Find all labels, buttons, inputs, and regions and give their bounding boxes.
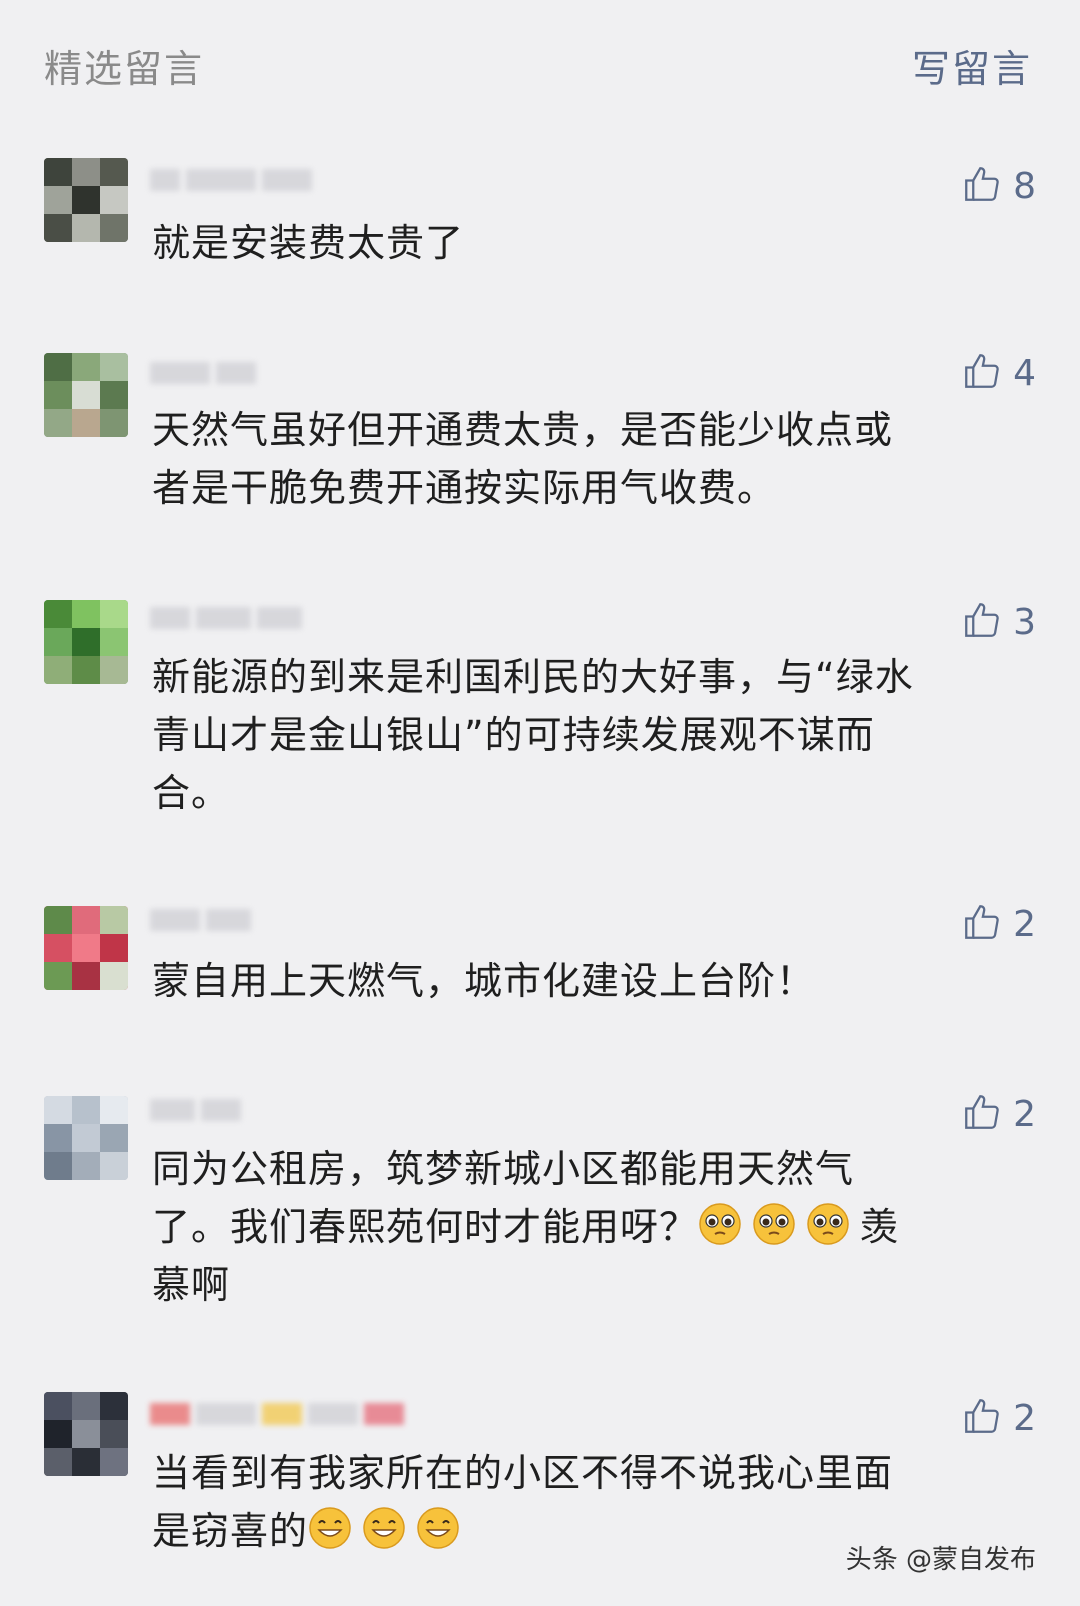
avatar: [44, 906, 128, 990]
blurred-nickname: [150, 160, 320, 200]
like-count: 3: [1013, 601, 1036, 643]
comment-text: 天然气虽好但开通费太贵，是否能少收点或 者是干脆免费开通按实际用气收费。: [152, 408, 894, 510]
thumbs-up-icon: [961, 1395, 1003, 1441]
blurred-nickname: [150, 1394, 450, 1434]
comment-text-part: 同为公租房，筑梦新城小区都能用天然气 了。我们春熙苑何时才能用呀？: [152, 1147, 855, 1249]
avatar: [44, 353, 128, 437]
like-button[interactable]: 2: [961, 1090, 1036, 1138]
comment-text: 蒙自用上天燃气，城市化建设上台阶！: [152, 959, 816, 1003]
like-count: 8: [1013, 165, 1036, 207]
blurred-nickname: [150, 598, 320, 638]
like-button[interactable]: 4: [961, 349, 1036, 397]
comment-text: 新能源的到来是利国利民的大好事，与“绿水 青山才是金山银山”的可持续发展观不谋而…: [152, 655, 914, 815]
avatar: [44, 600, 128, 684]
like-count: 2: [1013, 1093, 1036, 1135]
grinning-face-emoji-icon: [362, 1506, 406, 1550]
blurred-nickname: [150, 900, 320, 940]
comment-text-part: 当看到有我家所在的小区不得不说我心里面 是窃喜的: [152, 1451, 894, 1553]
like-button[interactable]: 8: [961, 162, 1036, 210]
thumbs-up-icon: [961, 1091, 1003, 1137]
like-count: 4: [1013, 352, 1036, 394]
thumbs-up-icon: [961, 163, 1003, 209]
featured-comments-title: 精选留言: [44, 47, 205, 91]
comments-header: 精选留言 写留言: [0, 0, 1080, 120]
pleading-face-emoji-icon: [752, 1202, 796, 1246]
blurred-nickname: [150, 353, 320, 393]
grinning-face-emoji-icon: [416, 1506, 460, 1550]
like-button[interactable]: 3: [961, 598, 1036, 646]
like-count: 2: [1013, 1397, 1036, 1439]
avatar: [44, 1096, 128, 1180]
avatar: [44, 158, 128, 242]
write-comment-button[interactable]: 写留言: [912, 38, 1032, 93]
like-button[interactable]: 2: [961, 900, 1036, 948]
watermark: 头条 @蒙自发布: [845, 1545, 1036, 1575]
comment-text: 同为公租房，筑梦新城小区都能用天然气 了。我们春熙苑何时才能用呀？羡 慕啊: [152, 1140, 1012, 1314]
thumbs-up-icon: [961, 599, 1003, 645]
pleading-face-emoji-icon: [698, 1202, 742, 1246]
pleading-face-emoji-icon: [806, 1202, 850, 1246]
grinning-face-emoji-icon: [308, 1506, 352, 1550]
comment-text: 就是安装费太贵了: [152, 221, 465, 265]
thumbs-up-icon: [961, 901, 1003, 947]
like-count: 2: [1013, 903, 1036, 945]
thumbs-up-icon: [961, 350, 1003, 396]
blurred-nickname: [150, 1090, 320, 1130]
like-button[interactable]: 2: [961, 1394, 1036, 1442]
avatar: [44, 1392, 128, 1476]
